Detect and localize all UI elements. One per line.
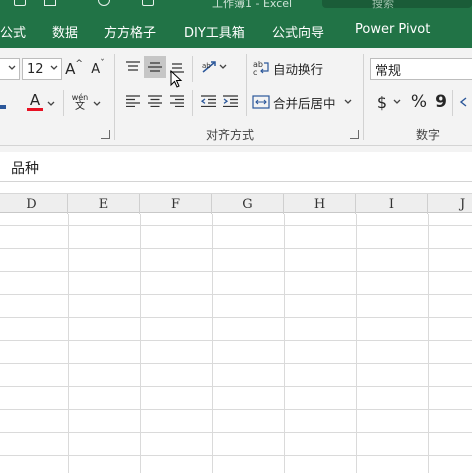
column-headers: D E F G H I J — [0, 193, 472, 214]
formula-bar[interactable]: 品种 — [0, 152, 472, 182]
wrap-text-label: 自动换行 — [273, 61, 324, 77]
align-left-button[interactable] — [122, 90, 144, 112]
font-size-combo[interactable]: 12 — [22, 58, 62, 80]
separator — [114, 54, 115, 140]
column-header-d[interactable]: D — [0, 194, 68, 214]
chevron-down-icon — [50, 65, 58, 70]
alignment-dialog-launcher[interactable] — [350, 130, 359, 139]
currency-symbol: $ — [376, 92, 388, 112]
percent-style-button[interactable]: % — [408, 90, 430, 114]
chevron-down-icon[interactable] — [93, 101, 101, 107]
font-color-button[interactable]: A — [26, 90, 44, 114]
separator — [363, 54, 364, 140]
save-icon[interactable] — [14, 0, 26, 6]
number-format-combo[interactable]: 常规 — [370, 58, 472, 80]
window-title: 工作簿1 - Excel — [212, 0, 293, 10]
svg-text:ab: ab — [202, 62, 211, 70]
formula-bar-content: 品种 — [11, 161, 39, 177]
title-bar: 工作簿1 - Excel 搜索 — [0, 0, 472, 12]
wrap-text-icon: abc — [253, 60, 269, 76]
accounting-format-button[interactable]: $ — [372, 90, 406, 114]
shrink-font-label: A — [91, 61, 101, 77]
align-right-icon — [170, 95, 184, 107]
align-left-icon — [126, 95, 140, 107]
tab-fangfang[interactable]: 方方格子 — [104, 22, 156, 41]
chevron-down-icon — [8, 65, 16, 70]
column-header-e[interactable]: E — [68, 194, 140, 214]
decrease-indent-icon — [200, 95, 216, 107]
fill-color-button[interactable] — [0, 90, 8, 114]
align-top-icon — [126, 61, 140, 71]
tab-formula-wizard[interactable]: 公式向导 — [272, 22, 324, 41]
align-center-icon — [148, 95, 162, 107]
caret-down-icon: ˇ — [100, 59, 105, 69]
separator — [246, 54, 247, 116]
chevron-down-icon — [219, 64, 227, 69]
font-dialog-launcher[interactable] — [101, 130, 110, 139]
column-header-j[interactable]: J — [428, 194, 472, 214]
undo-icon[interactable] — [44, 0, 56, 6]
percent-symbol: % — [410, 92, 428, 112]
chevron-down-icon — [344, 99, 351, 104]
tab-data[interactable]: 数据 — [52, 22, 78, 41]
align-right-button[interactable] — [166, 90, 188, 112]
column-header-h[interactable]: H — [284, 194, 356, 214]
text-orientation-icon: ab — [202, 61, 216, 73]
redo-icon[interactable] — [98, 0, 110, 6]
fill-color-swatch — [0, 105, 6, 109]
mouse-pointer-icon — [170, 70, 183, 88]
column-header-i[interactable]: I — [356, 194, 428, 214]
comma-style-button[interactable]: 9 — [432, 90, 450, 114]
screenshot-icon[interactable] — [142, 0, 154, 6]
phonetic-char: 文 — [75, 100, 85, 112]
tab-formulas[interactable]: 公式 — [0, 22, 26, 41]
merge-center-button[interactable]: 合并后居中 — [252, 90, 352, 114]
cell-grid[interactable] — [0, 214, 472, 473]
align-middle-icon — [148, 62, 162, 72]
shrink-font-button[interactable]: A ˇ — [88, 58, 108, 80]
increase-indent-button[interactable] — [219, 90, 241, 112]
wrap-text-button[interactable]: ab c 自动换行 — [252, 56, 326, 80]
separator — [63, 90, 64, 116]
chevron-down-icon[interactable] — [47, 101, 55, 107]
increase-decimal-icon — [459, 97, 467, 107]
font-name-combo[interactable] — [0, 58, 20, 80]
align-center-button[interactable] — [144, 90, 166, 112]
tab-diy-toolbox[interactable]: DIY工具箱 — [184, 22, 245, 41]
separator — [192, 90, 193, 116]
column-header-f[interactable]: F — [140, 194, 212, 214]
align-top-button[interactable] — [122, 56, 144, 78]
ribbon: 12 A ^ A ˇ A wén 文 ab ab c 自动换行 合并后居中 对齐… — [0, 48, 472, 146]
alignment-group-label: 对齐方式 — [206, 128, 255, 142]
align-middle-button[interactable] — [144, 56, 166, 78]
font-color-swatch — [27, 108, 43, 111]
grow-font-label: A — [65, 60, 76, 78]
separator — [192, 56, 193, 82]
number-format-value: 常规 — [375, 63, 402, 79]
separator — [452, 90, 453, 116]
merge-center-label: 合并后居中 — [273, 95, 336, 111]
comma-symbol: 9 — [435, 92, 447, 112]
increase-decimal-button[interactable] — [458, 90, 472, 114]
search-box[interactable]: 搜索 — [322, 0, 472, 10]
ribbon-tabs: 公式 数据 方方格子 DIY工具箱 公式向导 Power Pivot — [0, 12, 472, 48]
svg-text:c: c — [253, 68, 257, 76]
phonetic-button[interactable]: wén 文 — [70, 90, 90, 114]
font-size-value: 12 — [27, 61, 44, 77]
font-color-label: A — [29, 91, 41, 109]
chevron-down-icon — [393, 99, 401, 104]
grow-font-button[interactable]: A ^ — [64, 58, 84, 80]
caret-up-icon: ^ — [75, 59, 83, 69]
increase-indent-icon — [222, 95, 238, 107]
search-hint: 搜索 — [372, 0, 394, 10]
number-group-label: 数字 — [416, 128, 441, 142]
tab-power-pivot[interactable]: Power Pivot — [355, 22, 430, 37]
decrease-indent-button[interactable] — [197, 90, 219, 112]
orientation-button[interactable]: ab — [197, 56, 231, 78]
merge-center-icon — [252, 95, 270, 109]
column-header-g[interactable]: G — [212, 194, 284, 214]
